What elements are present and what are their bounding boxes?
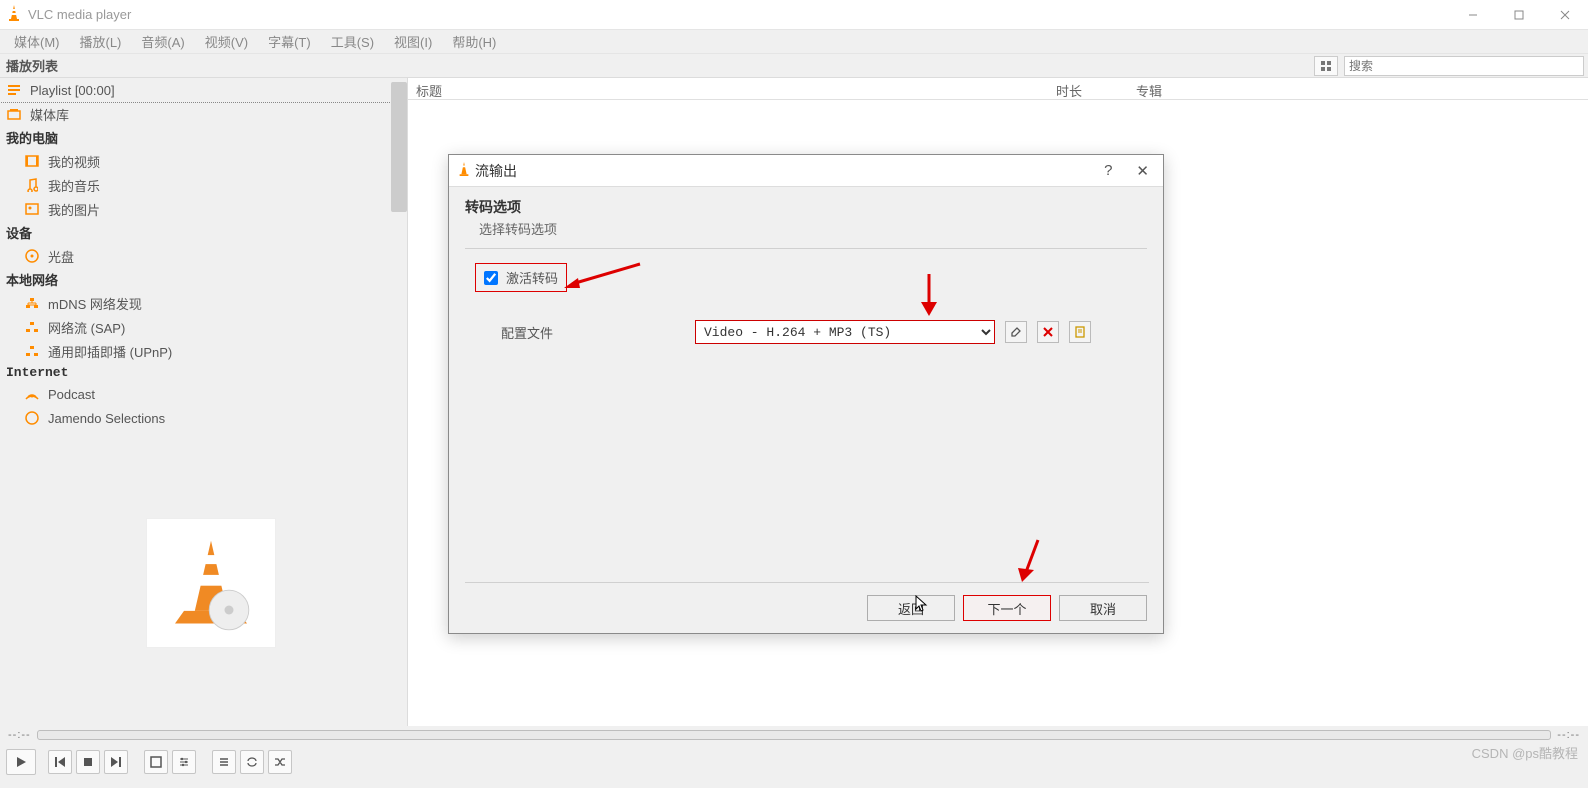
sidebar-item-upnp[interactable]: 通用即插即播 (UPnP) [0, 339, 407, 363]
sidebar-item-medialib[interactable]: 媒体库 [0, 102, 407, 126]
column-duration[interactable]: 时长 [1048, 78, 1128, 99]
fullscreen-button[interactable] [144, 750, 168, 774]
menu-view[interactable]: 视图(I) [384, 30, 442, 53]
playlist-toggle-button[interactable] [212, 750, 236, 774]
sidebar-head-localnet: 本地网络 [0, 268, 407, 291]
sidebar-item-podcast[interactable]: Podcast [0, 382, 407, 406]
sidebar-label: Jamendo Selections [48, 411, 165, 426]
play-button[interactable] [6, 749, 36, 775]
back-button[interactable]: 返回 [867, 595, 955, 621]
mouse-cursor-icon [915, 595, 929, 613]
sidebar-label: Playlist [00:00] [30, 83, 115, 98]
podcast-icon [24, 387, 40, 401]
dialog-section-title: 转码选项 [465, 197, 1147, 217]
disc-icon [24, 249, 40, 263]
profile-select[interactable]: Video - H.264 + MP3 (TS) [695, 320, 995, 344]
sidebar-item-myvideo[interactable]: 我的视频 [0, 149, 407, 173]
menu-tools[interactable]: 工具(S) [321, 30, 384, 53]
sidebar-head-internet: Internet [0, 363, 407, 382]
sidebar-label: 网络流 (SAP) [48, 318, 125, 337]
video-icon [24, 155, 40, 167]
vlc-cone-icon [6, 3, 22, 26]
sidebar-item-mypics[interactable]: 我的图片 [0, 197, 407, 221]
next-track-button[interactable] [104, 750, 128, 774]
minimize-button[interactable] [1450, 0, 1496, 30]
seek-bar-row: --:-- --:-- [0, 726, 1588, 744]
prev-track-button[interactable] [48, 750, 72, 774]
profile-label: 配置文件 [465, 323, 685, 342]
playlist-header-label: 播放列表 [0, 56, 58, 75]
picture-icon [24, 203, 40, 215]
loop-button[interactable] [240, 750, 264, 774]
sidebar-label: 媒体库 [30, 105, 69, 124]
column-title[interactable]: 标题 [408, 78, 1048, 99]
network-icon [24, 345, 40, 357]
sidebar-label: 通用即插即播 (UPnP) [48, 342, 172, 361]
sidebar-label: 光盘 [48, 247, 74, 266]
menu-media[interactable]: 媒体(M) [4, 30, 70, 53]
playlist-column-headers: 标题 时长 专辑 [408, 78, 1588, 100]
network-icon [24, 297, 40, 309]
sidebar-label: Podcast [48, 387, 95, 402]
music-icon [24, 178, 40, 192]
playlist-icon [6, 84, 22, 96]
sidebar-item-sap[interactable]: 网络流 (SAP) [0, 315, 407, 339]
close-button[interactable] [1542, 0, 1588, 30]
activate-transcode-checkbox[interactable]: 激活转码 [475, 263, 567, 292]
dialog-title: 流输出 [475, 161, 517, 181]
vlc-cone-image [146, 518, 276, 648]
checkbox-label: 激活转码 [506, 268, 558, 287]
search-input[interactable] [1344, 56, 1584, 76]
sidebar-label: mDNS 网络发现 [48, 294, 142, 313]
player-controls [0, 744, 1588, 780]
cancel-button[interactable]: 取消 [1059, 595, 1147, 621]
dialog-titlebar: 流输出 ? ✕ [449, 155, 1163, 187]
column-album[interactable]: 专辑 [1128, 78, 1588, 99]
time-left: --:-- [8, 729, 31, 741]
menu-playback[interactable]: 播放(L) [70, 30, 132, 53]
shuffle-button[interactable] [268, 750, 292, 774]
vlc-cone-icon [457, 160, 471, 181]
ext-settings-button[interactable] [172, 750, 196, 774]
medialib-icon [6, 108, 22, 120]
stop-button[interactable] [76, 750, 100, 774]
menu-subtitle[interactable]: 字幕(T) [258, 30, 321, 53]
dialog-help-button[interactable]: ? [1104, 162, 1112, 180]
sidebar-label: 我的视频 [48, 152, 100, 171]
sidebar-head-mycomputer: 我的电脑 [0, 126, 407, 149]
network-icon [24, 321, 40, 333]
sidebar-item-playlist[interactable]: Playlist [00:00] [0, 78, 407, 102]
menu-video[interactable]: 视频(V) [195, 30, 258, 53]
menu-bar: 媒体(M) 播放(L) 音频(A) 视频(V) 字幕(T) 工具(S) 视图(I… [0, 30, 1588, 54]
sidebar-item-mymusic[interactable]: 我的音乐 [0, 173, 407, 197]
sidebar: Playlist [00:00] 媒体库 我的电脑 我的视频 我的音乐 我的图片… [0, 78, 408, 726]
sidebar-head-devices: 设备 [0, 221, 407, 244]
sidebar-item-jamendo[interactable]: Jamendo Selections [0, 406, 407, 430]
next-button[interactable]: 下一个 [963, 595, 1051, 621]
playlist-toolbar: 播放列表 [0, 54, 1588, 78]
time-right: --:-- [1557, 729, 1580, 741]
watermark-text: CSDN @ps酷教程 [1472, 743, 1578, 762]
sidebar-scrollbar[interactable] [391, 82, 407, 212]
seek-slider[interactable] [37, 730, 1552, 740]
menu-help[interactable]: 帮助(H) [442, 30, 506, 53]
activate-transcode-input[interactable] [484, 271, 498, 285]
profile-new-button[interactable] [1069, 321, 1091, 343]
view-mode-button[interactable] [1314, 56, 1338, 76]
jamendo-icon [24, 411, 40, 425]
sidebar-item-mdns[interactable]: mDNS 网络发现 [0, 291, 407, 315]
window-titlebar: VLC media player [0, 0, 1588, 30]
sidebar-label: 我的音乐 [48, 176, 100, 195]
sidebar-label: 我的图片 [48, 200, 100, 219]
sidebar-item-disc[interactable]: 光盘 [0, 244, 407, 268]
menu-audio[interactable]: 音频(A) [131, 30, 194, 53]
stream-output-dialog: 流输出 ? ✕ 转码选项 选择转码选项 激活转码 配置文件 Video - H.… [448, 154, 1164, 634]
dialog-section-sub: 选择转码选项 [465, 217, 1147, 238]
dialog-close-button[interactable]: ✕ [1136, 162, 1149, 180]
window-title: VLC media player [28, 7, 131, 22]
maximize-button[interactable] [1496, 0, 1542, 30]
profile-edit-button[interactable] [1005, 321, 1027, 343]
profile-delete-button[interactable] [1037, 321, 1059, 343]
